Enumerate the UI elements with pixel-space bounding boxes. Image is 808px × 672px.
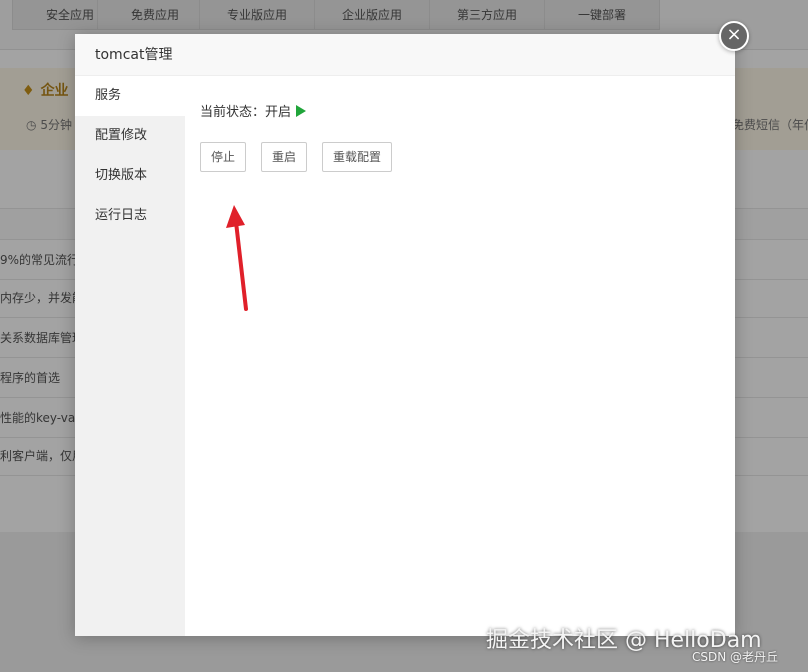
sidebar-item-service[interactable]: 服务: [75, 76, 185, 116]
watermark-sub: CSDN @老丹丘: [692, 650, 779, 664]
sidebar-item-run-log[interactable]: 运行日志: [75, 196, 185, 236]
tomcat-manager-dialog: tomcat管理 服务 配置修改 切换版本 运行日志 当前状态：开启 停止 重启…: [75, 34, 735, 636]
status-label: 当前状态：: [200, 105, 266, 120]
service-panel: 当前状态：开启 停止 重启 重载配置: [200, 76, 720, 636]
stop-button[interactable]: 停止: [200, 142, 247, 172]
service-status: 当前状态：开启: [200, 101, 307, 120]
close-icon[interactable]: ×: [719, 21, 749, 51]
reload-config-button[interactable]: 重载配置: [322, 142, 393, 172]
play-icon: [296, 105, 307, 117]
sidebar-item-config[interactable]: 配置修改: [75, 116, 185, 156]
dialog-title: tomcat管理: [75, 34, 735, 76]
status-value: 开启: [265, 105, 292, 120]
dialog-sidebar: 服务 配置修改 切换版本 运行日志: [75, 76, 185, 636]
sidebar-item-switch-version[interactable]: 切换版本: [75, 156, 185, 196]
restart-button[interactable]: 重启: [261, 142, 308, 172]
